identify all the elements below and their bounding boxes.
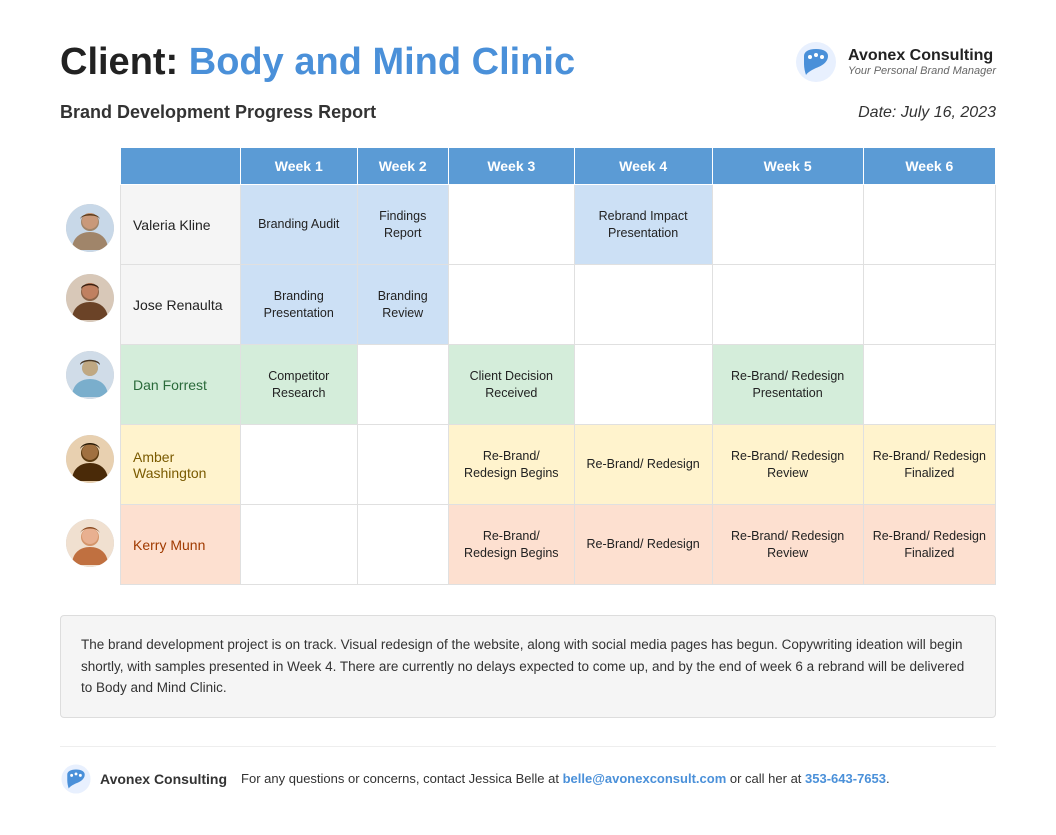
report-date: Date: July 16, 2023 (858, 104, 996, 122)
avatar-column (60, 147, 120, 585)
cell-name-jose: Jose Renaulta (121, 265, 241, 345)
page-header: Client: Body and Mind Clinic Avonex Cons… (60, 40, 996, 84)
logo-tagline: Your Personal Brand Manager (848, 65, 996, 77)
avatar-jose (60, 263, 120, 333)
table-row: Dan Forrest Competitor Research Client D… (121, 345, 996, 425)
cell-d-w6 (863, 345, 995, 425)
cell-k-w6: Re-Brand/ Redesign Finalized (863, 505, 995, 585)
cell-d-w2 (357, 345, 448, 425)
table-row: Valeria Kline Branding Audit Findings Re… (121, 185, 996, 265)
footer-contact-text: For any questions or concerns, contact J… (241, 771, 563, 786)
col-week1: Week 1 (241, 148, 358, 185)
col-name (121, 148, 241, 185)
cell-name-kerry: Kerry Munn (121, 505, 241, 585)
cell-v-w6 (863, 185, 995, 265)
cell-d-w1: Competitor Research (241, 345, 358, 425)
table-header-row: Week 1 Week 2 Week 3 Week 4 Week 5 Week … (121, 148, 996, 185)
cell-d-w3: Client Decision Received (448, 345, 574, 425)
cell-k-w5: Re-Brand/ Redesign Review (712, 505, 863, 585)
footer: Avonex Consulting For any questions or c… (60, 746, 996, 795)
avatar-amber (60, 417, 120, 501)
logo-name: Avonex Consulting (848, 47, 996, 65)
cell-name-amber: Amber Washington (121, 425, 241, 505)
footer-logo-icon (60, 763, 92, 795)
col-week5: Week 5 (712, 148, 863, 185)
footer-contact: For any questions or concerns, contact J… (241, 771, 890, 786)
cell-j-w2: Branding Review (357, 265, 448, 345)
cell-a-w1 (241, 425, 358, 505)
cell-k-w2 (357, 505, 448, 585)
cell-j-w4 (574, 265, 712, 345)
cell-j-w3 (448, 265, 574, 345)
cell-v-w5 (712, 185, 863, 265)
logo-text: Avonex Consulting Your Personal Brand Ma… (848, 47, 996, 77)
cell-d-w4 (574, 345, 712, 425)
footer-phone-prefix: or call her at (726, 771, 805, 786)
cell-k-w4: Re-Brand/ Redesign (574, 505, 712, 585)
cell-k-w1 (241, 505, 358, 585)
col-week2: Week 2 (357, 148, 448, 185)
cell-a-w2 (357, 425, 448, 505)
table-row: Amber Washington Re-Brand/ Redesign Begi… (121, 425, 996, 505)
cell-v-w3 (448, 185, 574, 265)
cell-k-w3: Re-Brand/ Redesign Begins (448, 505, 574, 585)
cell-v-w4: Rebrand Impact Presentation (574, 185, 712, 265)
col-week6: Week 6 (863, 148, 995, 185)
col-week4: Week 4 (574, 148, 712, 185)
schedule-table: Week 1 Week 2 Week 3 Week 4 Week 5 Week … (120, 147, 996, 585)
footer-logo-name: Avonex Consulting (100, 771, 227, 787)
cell-v-w2: Findings Report (357, 185, 448, 265)
cell-name-valeria: Valeria Kline (121, 185, 241, 265)
footer-period: . (886, 771, 890, 786)
cell-j-w1: Branding Presentation (241, 265, 358, 345)
report-title: Brand Development Progress Report (60, 102, 376, 123)
table-row: Kerry Munn Re-Brand/ Redesign Begins Re-… (121, 505, 996, 585)
title-blue: Body and Mind Clinic (189, 41, 575, 83)
title-plain: Client: (60, 41, 189, 83)
cell-d-w5: Re-Brand/ Redesign Presentation (712, 345, 863, 425)
cell-j-w6 (863, 265, 995, 345)
cell-j-w5 (712, 265, 863, 345)
avatar-spacer (60, 147, 120, 193)
footer-logo: Avonex Consulting (60, 763, 227, 795)
avatar-dan (60, 333, 120, 417)
footer-email[interactable]: belle@avonexconsult.com (563, 771, 727, 786)
table-row: Jose Renaulta Branding Presentation Bran… (121, 265, 996, 345)
cell-v-w1: Branding Audit (241, 185, 358, 265)
subheader: Brand Development Progress Report Date: … (60, 102, 996, 123)
cell-a-w4: Re-Brand/ Redesign (574, 425, 712, 505)
progress-table: Week 1 Week 2 Week 3 Week 4 Week 5 Week … (60, 147, 996, 585)
cell-a-w3: Re-Brand/ Redesign Begins (448, 425, 574, 505)
avatar-valeria (60, 193, 120, 263)
notes-text: The brand development project is on trac… (81, 637, 964, 695)
logo-area: Avonex Consulting Your Personal Brand Ma… (794, 40, 996, 84)
footer-phone[interactable]: 353-643-7653 (805, 771, 886, 786)
avatar-kerry (60, 501, 120, 585)
cell-a-w5: Re-Brand/ Redesign Review (712, 425, 863, 505)
cell-name-dan: Dan Forrest (121, 345, 241, 425)
logo-icon (794, 40, 838, 84)
notes-box: The brand development project is on trac… (60, 615, 996, 718)
page-title: Client: Body and Mind Clinic (60, 41, 575, 84)
cell-a-w6: Re-Brand/ Redesign Finalized (863, 425, 995, 505)
col-week3: Week 3 (448, 148, 574, 185)
